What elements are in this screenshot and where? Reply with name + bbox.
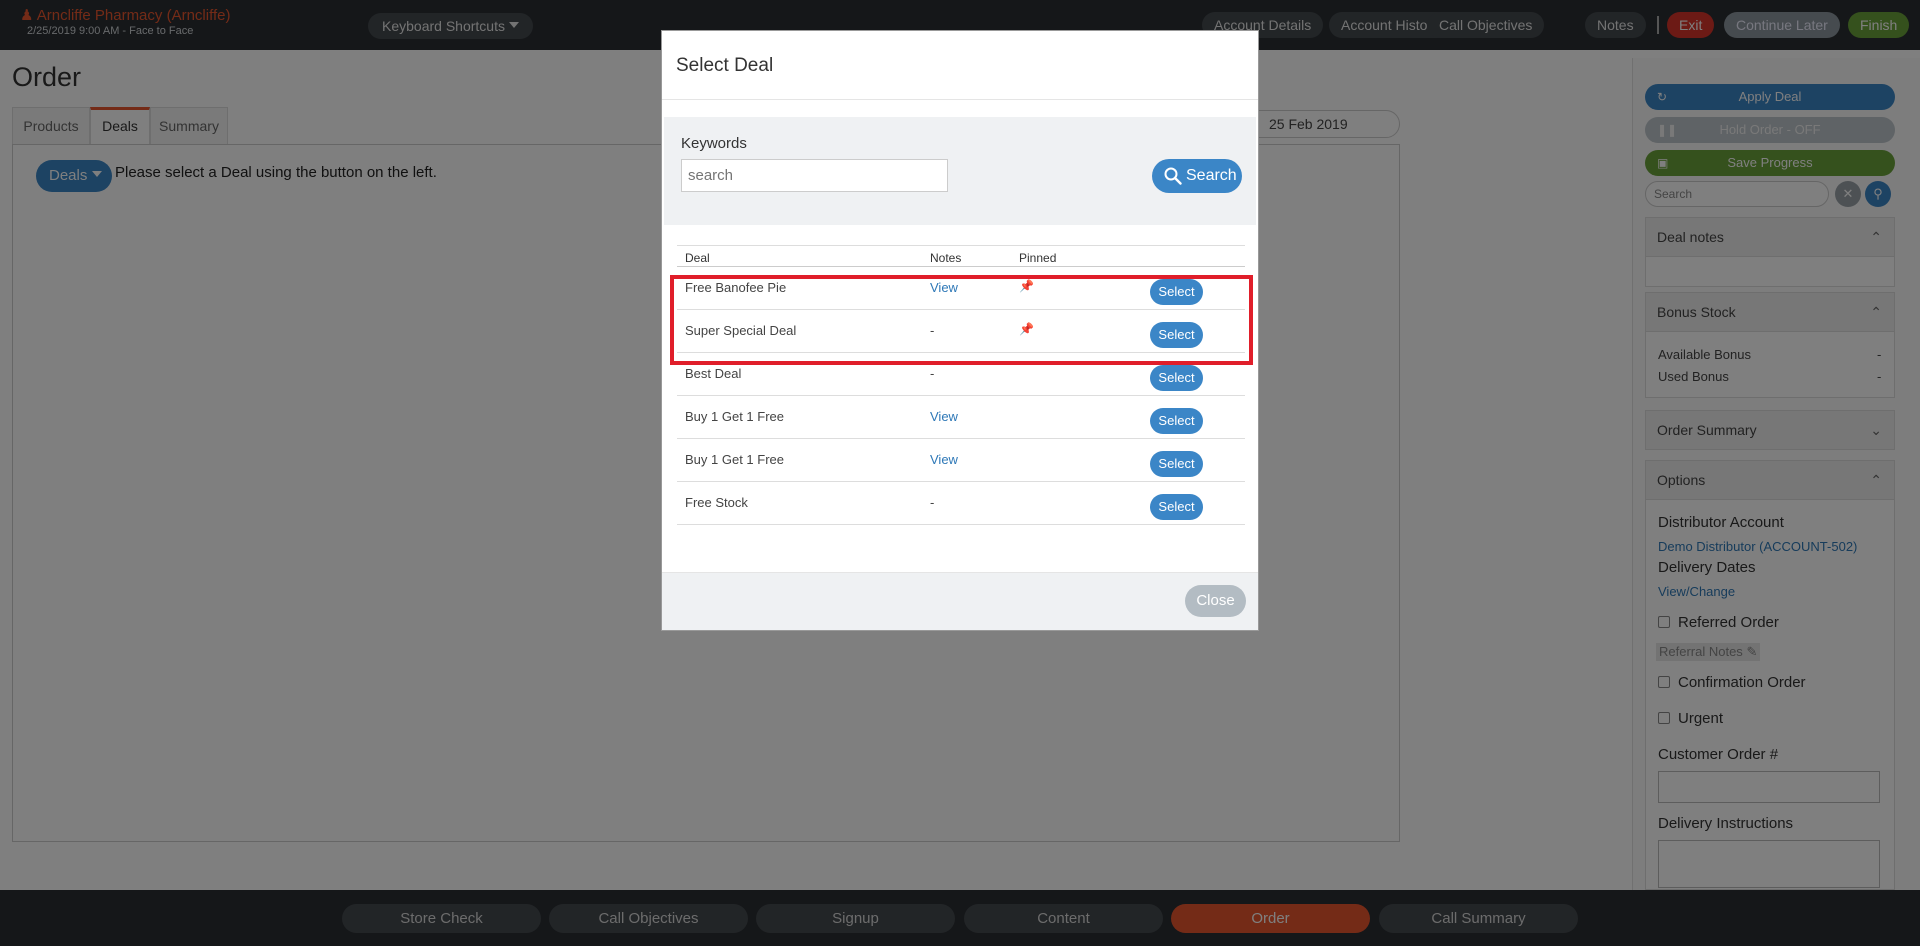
select-deal-modal: Select Deal Keywords Search Deal Notes P… [661, 30, 1259, 631]
deal-name: Buy 1 Get 1 Free [685, 452, 784, 467]
column-deal: Deal [685, 251, 710, 265]
deal-name: Best Deal [685, 366, 742, 381]
column-pinned: Pinned [1019, 251, 1057, 265]
select-button[interactable]: Select [1150, 365, 1203, 391]
deals-table-header: Deal Notes Pinned [677, 245, 1245, 267]
keyword-search-area: Keywords Search [664, 117, 1256, 225]
search-button[interactable]: Search [1152, 159, 1242, 193]
notes-view-link[interactable]: View [930, 452, 958, 467]
pinned-deals-highlight [670, 275, 1253, 365]
divider [662, 99, 1258, 100]
table-row: Buy 1 Get 1 Free View Select [677, 396, 1245, 439]
deal-name: Free Stock [685, 495, 748, 510]
select-button[interactable]: Select [1150, 494, 1203, 520]
search-button-label: Search [1186, 167, 1237, 184]
select-button[interactable]: Select [1150, 408, 1203, 434]
column-notes: Notes [930, 251, 962, 265]
table-row: Buy 1 Get 1 Free View Select [677, 439, 1245, 482]
deal-name: Buy 1 Get 1 Free [685, 409, 784, 424]
notes-value: - [930, 495, 935, 510]
modal-title: Select Deal [676, 55, 774, 76]
notes-value: - [930, 366, 935, 381]
keywords-input[interactable] [681, 159, 948, 192]
modal-footer: Close [662, 572, 1258, 630]
table-row: Free Stock - Select [677, 482, 1245, 525]
close-button[interactable]: Close [1185, 585, 1246, 617]
keywords-label: Keywords [681, 135, 747, 152]
select-button[interactable]: Select [1150, 451, 1203, 477]
search-icon [1164, 167, 1182, 185]
notes-view-link[interactable]: View [930, 409, 958, 424]
